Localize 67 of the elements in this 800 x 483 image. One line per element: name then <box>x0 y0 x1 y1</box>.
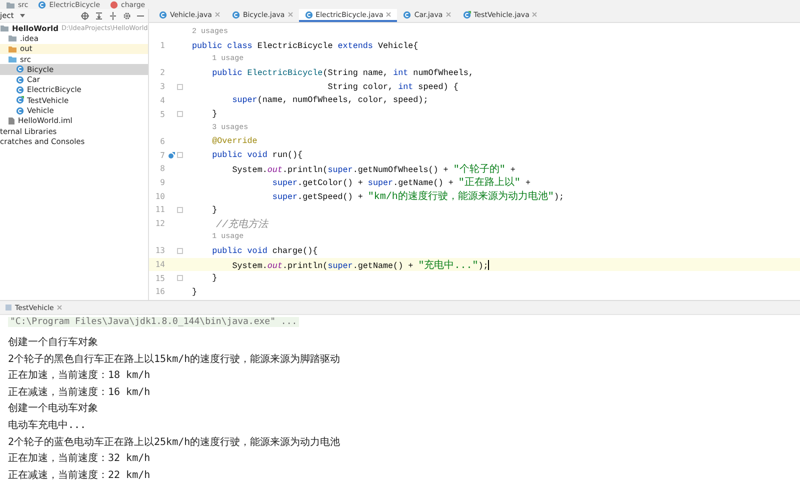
class-icon <box>403 10 412 19</box>
console-output: 创建一个电动车对象 <box>8 402 98 416</box>
code-line: @Override <box>211 136 258 146</box>
collapse-all-icon <box>109 12 117 20</box>
line-number: 14 <box>154 260 165 270</box>
code-line: public void charge(){ <box>211 246 318 256</box>
code-line: super(name, numOfWheels, color, speed); <box>231 95 428 106</box>
console-output: 正在加速，当前速度：32 km/h <box>8 452 150 466</box>
close-icon <box>386 12 392 18</box>
line-number: 4 <box>159 96 165 105</box>
line-number: 9 <box>159 178 165 187</box>
close-icon <box>56 305 62 310</box>
console-output: 正在减速，当前速度：16 km/h <box>8 386 150 399</box>
target-icon <box>81 12 89 20</box>
close-icon <box>214 12 220 18</box>
line-number: 13 <box>154 246 165 256</box>
console-output: 2个轮子的黑色自行车正在路上以15km/h的速度行驶，能源来源为脚踏驱动 <box>8 352 340 366</box>
class-icon <box>16 86 24 94</box>
code-line: super.getColor() + super.getName() + "正在路上以" + <box>271 176 530 190</box>
line-number: 2 <box>159 68 165 78</box>
expand-all-icon <box>95 12 103 20</box>
code-line: } <box>192 286 198 297</box>
code-line: super.getSpeed() + "km/h的速度行驶，能源来源为动力电池"); <box>271 190 564 204</box>
code-line: System.out.println(super.getName() + "充电中..."); <box>231 258 488 272</box>
console-output: 创建一个自行车对象 <box>8 336 98 349</box>
line-number: 15 <box>154 274 165 283</box>
class-icon <box>16 96 24 104</box>
close-icon <box>532 12 538 18</box>
class-icon <box>159 10 167 19</box>
code-line: System.out.println(super.getNumOfWheels() + "个轮子的" + <box>231 163 516 176</box>
class-icon <box>16 65 24 74</box>
line-number: 12 <box>154 219 165 228</box>
class-icon <box>232 10 240 19</box>
close-icon <box>288 12 293 18</box>
code-line: public void run(){ <box>211 150 303 160</box>
class-icon <box>462 10 471 19</box>
line-number: 10 <box>154 192 165 201</box>
run-command: "C:\Program Files\Java\jdk1.8.0_144\bin\java.exe" ... <box>8 317 300 328</box>
line-number: 6 <box>159 136 165 146</box>
line-number: 8 <box>159 164 165 174</box>
caret-icon <box>20 14 25 18</box>
code-line: public ElectricBicycle(String name, int numOfWheels, <box>211 68 474 78</box>
class-icon <box>304 10 313 19</box>
code-line: } <box>211 204 218 215</box>
line-number: 7 <box>159 150 165 160</box>
line-number: 16 <box>154 287 165 296</box>
line-number: 1 <box>159 41 165 50</box>
console-output: 2个轮子的蓝色电动车正在路上以25km/h的速度行驶，能源来源为动力电池 <box>8 436 340 449</box>
code-line: } <box>211 273 218 284</box>
line-number: 5 <box>159 110 165 118</box>
line-number: 3 <box>159 82 165 92</box>
line-number: 11 <box>154 205 165 214</box>
class-icon <box>16 76 24 84</box>
code-line: } <box>211 109 218 119</box>
code-line: //充电方法 <box>215 218 268 230</box>
code-line: public class ElectricBicycle extends Vehicle{ <box>192 40 418 51</box>
class-icon <box>16 106 24 115</box>
console-output: 正在减速，当前速度：22 km/h <box>8 468 150 482</box>
close-icon <box>446 12 451 18</box>
code-line: String color, int speed) { <box>326 82 458 92</box>
text-cursor <box>488 260 490 270</box>
file-icon <box>8 116 15 125</box>
console-output: 正在加速，当前速度：18 km/h <box>8 368 150 382</box>
run-config-icon <box>5 304 12 312</box>
gear-icon <box>123 12 131 20</box>
console-output: 电动车充电中... <box>8 418 86 432</box>
method-icon <box>110 0 118 9</box>
